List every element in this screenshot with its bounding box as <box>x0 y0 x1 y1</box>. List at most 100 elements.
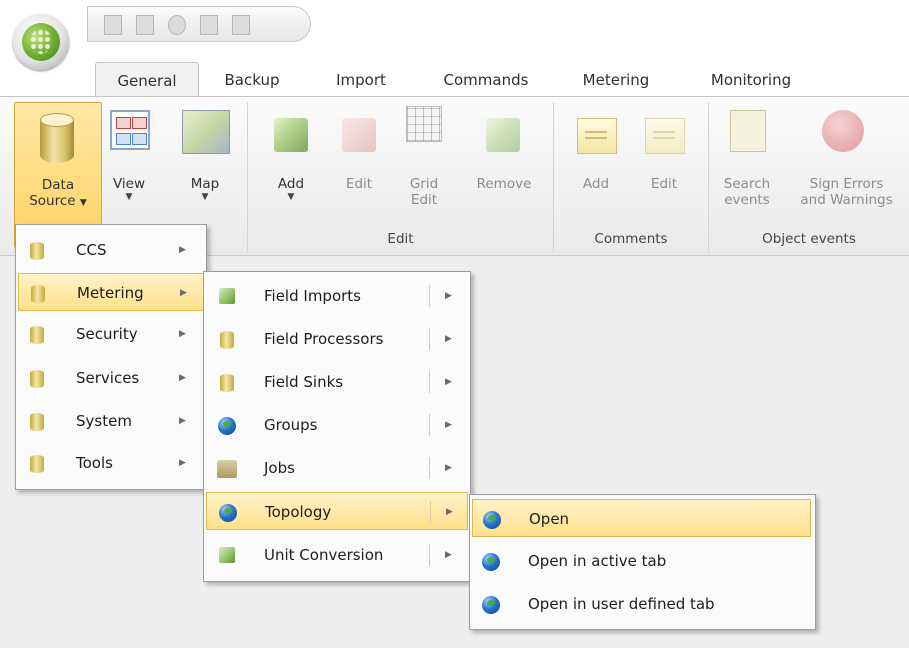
database-icon <box>30 455 44 473</box>
menu-item-services[interactable]: Services ▶ <box>18 359 204 397</box>
globe-icon <box>482 553 500 571</box>
submenu-arrow-icon: ▶ <box>179 373 186 383</box>
menu-item-unit-conversion[interactable]: Unit Conversion ▶ <box>206 536 468 574</box>
database-icon <box>220 374 234 392</box>
comment-edit-label: Edit <box>650 176 678 192</box>
remove-object-icon <box>486 118 520 152</box>
group-separator <box>247 102 248 252</box>
warning-event-icon <box>730 110 766 152</box>
app-logo-icon <box>22 23 60 61</box>
menu-item-field-sinks[interactable]: Field Sinks ▶ <box>206 363 468 401</box>
menu-item-open-in-active-tab[interactable]: Open in active tab <box>472 542 811 580</box>
menu-item-topology[interactable]: Topology ▶ <box>206 492 468 530</box>
map-button[interactable]: Map ▼ <box>176 102 234 212</box>
add-label: Add <box>277 176 305 192</box>
comment-add-label: Add <box>582 176 610 192</box>
globe-icon <box>218 417 236 435</box>
search-events-label-1: Search <box>723 176 771 192</box>
sign-errors-button[interactable]: Sign Errors and Warnings <box>784 102 909 212</box>
metering-submenu: Field Imports ▶ Field Processors ▶ Field… <box>203 271 471 582</box>
tab-monitoring[interactable]: Monitoring <box>690 62 812 97</box>
menu-item-label: Groups <box>264 416 318 434</box>
menu-item-open[interactable]: Open <box>472 499 811 537</box>
group-separator <box>553 102 554 252</box>
error-sign-icon <box>822 110 864 152</box>
submenu-arrow-icon: ▶ <box>445 291 452 301</box>
grid-edit-icon <box>406 106 442 142</box>
menu-item-metering[interactable]: Metering ▶ <box>18 273 204 311</box>
tab-backup[interactable]: Backup <box>212 62 292 97</box>
submenu-arrow-icon: ▶ <box>179 329 186 339</box>
menu-item-label: Open in active tab <box>528 552 667 570</box>
submenu-arrow-icon: ▶ <box>446 507 453 517</box>
view-label: View <box>112 176 146 192</box>
menu-item-security[interactable]: Security ▶ <box>18 315 204 353</box>
grid-edit-label-1: Grid <box>409 176 439 192</box>
submenu-arrow-icon: ▶ <box>179 458 186 468</box>
application-menu-button[interactable] <box>13 14 69 70</box>
submenu-arrow-icon: ▶ <box>179 416 186 426</box>
menu-item-field-processors[interactable]: Field Processors ▶ <box>206 320 468 358</box>
database-icon <box>30 326 44 344</box>
import-icon[interactable] <box>200 15 218 35</box>
database-icon <box>31 285 45 303</box>
submenu-arrow-icon: ▶ <box>445 377 452 387</box>
remove-button[interactable]: Remove <box>464 102 544 212</box>
edit-object-icon <box>342 118 376 152</box>
menu-item-label: Topology <box>265 503 332 521</box>
export-icon[interactable] <box>232 15 250 35</box>
menu-item-label: Tools <box>76 454 113 472</box>
menu-item-open-in-user-defined-tab[interactable]: Open in user defined tab <box>472 585 811 623</box>
dropdown-arrow-icon: ▼ <box>79 198 87 208</box>
menu-item-label: Field Sinks <box>264 373 344 391</box>
cut-icon[interactable] <box>168 15 186 35</box>
grid-edit-button[interactable]: Grid Edit <box>396 102 452 212</box>
add-object-icon <box>274 118 308 152</box>
globe-icon <box>483 511 501 529</box>
add-button[interactable]: Add ▼ <box>263 102 319 212</box>
map-label: Map <box>190 176 220 192</box>
data-source-label-1: Data <box>41 177 75 193</box>
menu-item-label: Jobs <box>264 459 295 477</box>
comment-edit-button[interactable]: Edit <box>636 102 692 212</box>
remove-label: Remove <box>476 176 532 192</box>
database-icon <box>220 331 234 349</box>
menu-item-label: Unit Conversion <box>264 546 384 564</box>
tab-general[interactable]: General <box>95 62 199 98</box>
globe-icon <box>482 596 500 614</box>
database-icon <box>40 113 74 163</box>
menu-item-label: CCS <box>76 241 107 259</box>
search-events-label-2: events <box>724 192 770 208</box>
sign-errors-label-1: Sign Errors <box>809 176 884 192</box>
menu-item-label: Open <box>529 510 570 528</box>
copy-icon[interactable] <box>136 15 154 35</box>
menu-item-tools[interactable]: Tools ▶ <box>18 444 204 482</box>
tab-metering[interactable]: Metering <box>566 62 666 97</box>
quick-access-toolbar <box>87 6 311 42</box>
menu-item-groups[interactable]: Groups ▶ <box>206 406 468 444</box>
jobs-icon <box>217 460 237 478</box>
group-label-object-events: Object events <box>762 231 856 247</box>
tab-commands[interactable]: Commands <box>425 62 547 97</box>
menu-item-system[interactable]: System ▶ <box>18 402 204 440</box>
edit-label: Edit <box>345 176 373 192</box>
comment-add-button[interactable]: Add <box>570 102 622 212</box>
view-button[interactable]: View ▼ <box>104 102 154 212</box>
tab-import[interactable]: Import <box>316 62 406 97</box>
menu-item-label: Field Processors <box>264 330 384 348</box>
database-icon <box>30 242 44 260</box>
add-comment-icon <box>577 118 617 154</box>
submenu-arrow-icon: ▶ <box>445 420 452 430</box>
search-events-button[interactable]: Search events <box>716 102 778 212</box>
menu-item-jobs[interactable]: Jobs ▶ <box>206 449 468 487</box>
view-dropdown-icon: ▼ <box>125 192 133 202</box>
paste-icon[interactable] <box>104 15 122 35</box>
cube-icon <box>219 547 235 563</box>
menu-item-field-imports[interactable]: Field Imports ▶ <box>206 277 468 315</box>
menu-item-label: Field Imports <box>264 287 361 305</box>
group-label-comments: Comments <box>594 231 668 247</box>
group-label-edit: Edit <box>387 231 414 247</box>
menu-item-ccs[interactable]: CCS ▶ <box>18 231 204 269</box>
edit-button[interactable]: Edit <box>333 102 385 212</box>
database-icon <box>30 413 44 431</box>
